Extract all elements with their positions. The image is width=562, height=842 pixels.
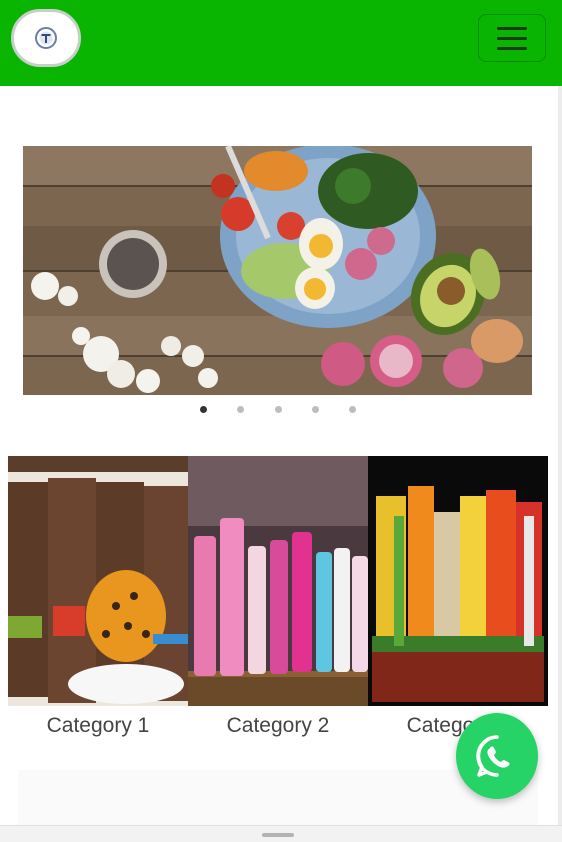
carousel-dot[interactable] xyxy=(237,406,244,413)
top-navbar xyxy=(0,0,562,86)
carousel-dot[interactable] xyxy=(275,406,282,413)
hamburger-menu-icon xyxy=(497,26,527,30)
carousel-dot[interactable] xyxy=(200,406,207,413)
category-3-image xyxy=(368,456,548,706)
carousel-indicators xyxy=(195,406,365,418)
menu-toggle-button[interactable] xyxy=(478,14,546,62)
category-1-image xyxy=(8,456,188,706)
whatsapp-icon xyxy=(476,735,510,777)
drag-handle[interactable] xyxy=(262,833,294,837)
carousel-slide-image xyxy=(23,146,532,395)
category-card-3[interactable]: Category 3 xyxy=(368,456,548,746)
category-2-image xyxy=(188,456,368,706)
category-card-2[interactable]: Category 2 xyxy=(188,456,368,746)
right-edge xyxy=(558,86,562,826)
whatsapp-button[interactable] xyxy=(456,713,538,799)
hero-carousel[interactable] xyxy=(23,146,532,395)
category-2-label: Category 2 xyxy=(226,714,330,737)
carousel-dot[interactable] xyxy=(349,406,356,413)
category-1-label: Category 1 xyxy=(46,714,150,737)
carousel-dot[interactable] xyxy=(312,406,319,413)
content-card xyxy=(18,770,538,825)
category-card-1[interactable]: Category 1 xyxy=(8,456,188,746)
brand-logo-icon xyxy=(35,27,57,49)
brand-logo[interactable] xyxy=(11,9,81,67)
